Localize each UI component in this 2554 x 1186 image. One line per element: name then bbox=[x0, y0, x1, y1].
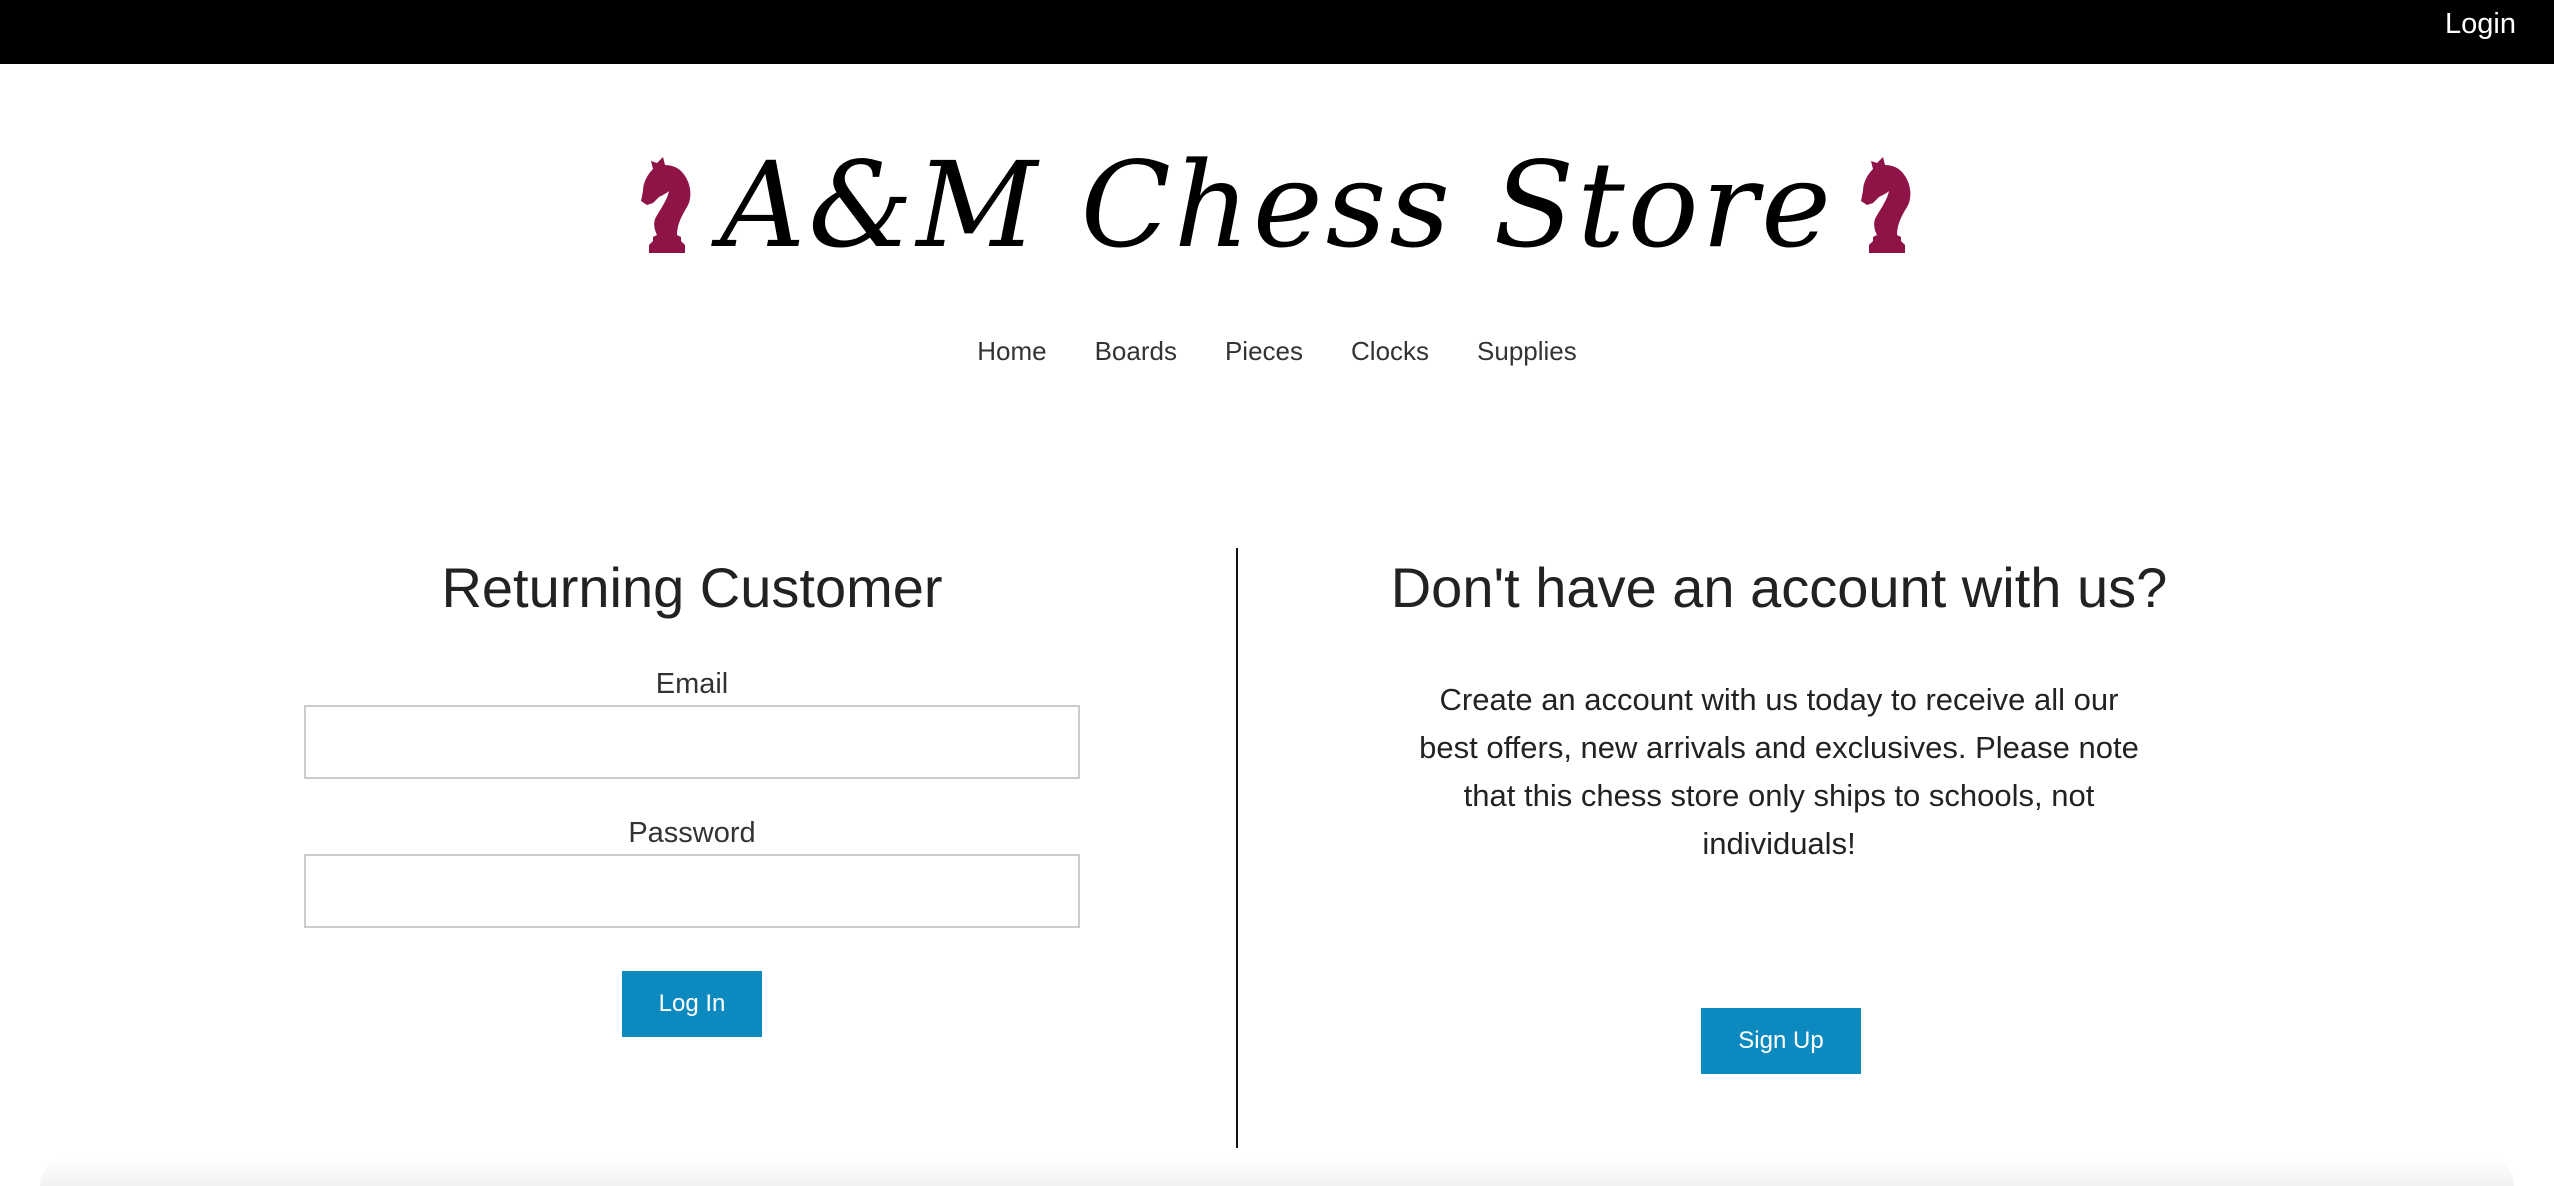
signup-description: Create an account with us today to recei… bbox=[1419, 682, 2139, 861]
email-group: Email bbox=[304, 668, 1080, 779]
login-title: Returning Customer bbox=[441, 556, 943, 619]
topbar-login-link[interactable]: Login bbox=[2445, 8, 2516, 41]
sign-up-button[interactable]: Sign Up bbox=[1701, 1008, 1861, 1074]
brand-name: A&M Chess Store bbox=[720, 136, 1834, 274]
signup-title: Don't have an account with us? bbox=[1390, 556, 2168, 619]
login-button[interactable]: Log In bbox=[622, 971, 762, 1037]
email-label: Email bbox=[655, 668, 729, 700]
nav-item-clocks[interactable]: Clocks bbox=[1351, 336, 1429, 367]
nav-item-boards[interactable]: Boards bbox=[1095, 336, 1177, 367]
chess-knight-icon bbox=[641, 157, 691, 253]
nav-item-supplies[interactable]: Supplies bbox=[1477, 336, 1577, 367]
email-field[interactable] bbox=[304, 705, 1080, 779]
top-bar: Login bbox=[0, 0, 2554, 64]
password-field[interactable] bbox=[304, 854, 1080, 928]
password-label: Password bbox=[628, 817, 756, 849]
password-group: Password bbox=[304, 817, 1080, 928]
chess-knight-icon bbox=[1860, 157, 1911, 253]
main-nav: Home Boards Pieces Clocks Supplies bbox=[0, 336, 2554, 367]
footer-edge bbox=[40, 1156, 2514, 1186]
nav-item-home[interactable]: Home bbox=[977, 336, 1046, 367]
column-divider bbox=[1236, 548, 1238, 1148]
store-logo[interactable]: A&M Chess Store bbox=[0, 130, 2554, 280]
nav-item-pieces[interactable]: Pieces bbox=[1225, 336, 1303, 367]
login-section: Returning Customer Email Password Log In bbox=[304, 548, 1080, 1037]
signup-section: Don't have an account with us? Create an… bbox=[1378, 548, 2180, 1074]
